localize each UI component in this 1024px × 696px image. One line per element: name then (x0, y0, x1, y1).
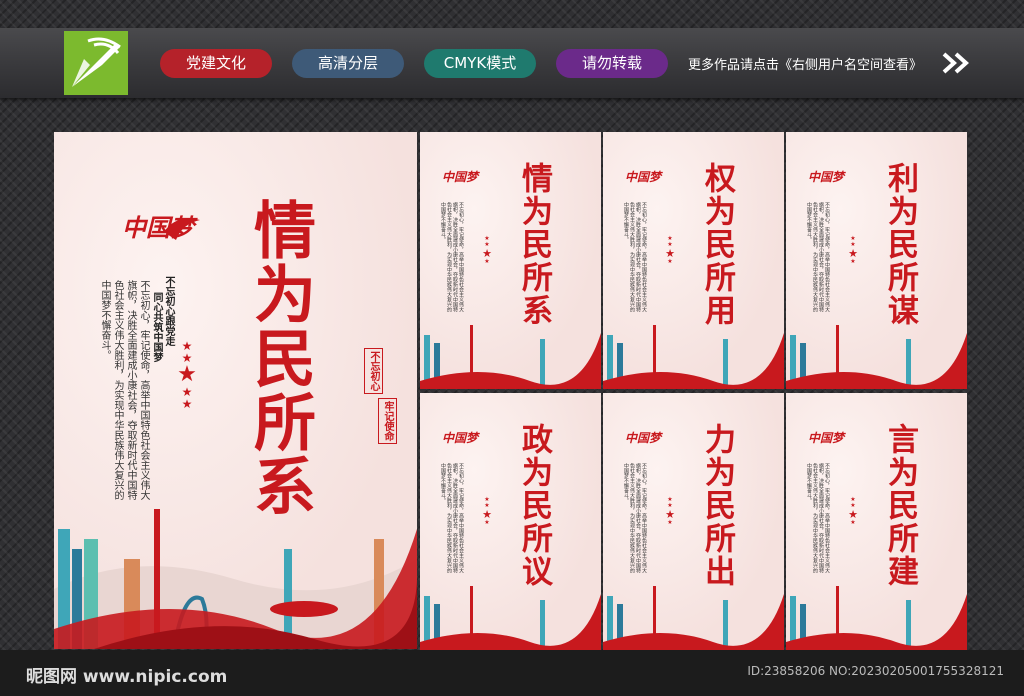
poster-4: 中国梦 不忘初心，牢记使命，高举中国特色社会主义伟大旗帜，决胜全面建成小康社会，… (420, 393, 601, 650)
star-decoration: ★ ★ ★ ★ (482, 496, 492, 526)
city-skyline-illustration (603, 325, 784, 389)
city-skyline-illustration (786, 325, 967, 389)
china-dream-logo: 中国梦 (442, 170, 479, 184)
china-dream-logo: 中国梦 (442, 431, 479, 445)
poster-3: 中国梦 不忘初心，牢记使命，高举中国特色社会主义伟大旗帜，决胜全面建成小康社会，… (786, 132, 967, 389)
brand-logo (64, 31, 128, 95)
poster-6: 中国梦 不忘初心，牢记使命，高举中国特色社会主义伟大旗帜，决胜全面建成小康社会，… (786, 393, 967, 650)
calligraphy-brush-icon (164, 218, 200, 240)
tag-hd-layers[interactable]: 高清分层 (292, 49, 404, 78)
china-dream-logo: 中国梦 (808, 170, 845, 184)
poster-title: 言为民所建 (882, 423, 918, 588)
star-decoration: ★ ★ ★ ★ (848, 496, 858, 526)
more-works-note[interactable]: 更多作品请点击《右侧用户名空间查看》 (688, 54, 922, 73)
poster-2: 中国梦 不忘初心，牢记使命，高举中国特色社会主义伟大旗帜，决胜全面建成小康社会，… (603, 132, 784, 389)
china-dream-logo: 中国梦 (625, 431, 662, 445)
poster-body-text: 不忘初心，牢记使命，高举中国特色社会主义伟大旗帜，决胜全面建成小康社会，夺取新时… (806, 202, 830, 312)
pen-nib-icon (72, 37, 121, 87)
city-skyline-illustration (786, 586, 967, 650)
main-poster-title: 情为民所系 (243, 198, 316, 518)
star-decoration: ★ ★ ★ ★ (848, 235, 858, 265)
seal-stamp-1: 不忘初心 (364, 348, 383, 394)
star-decoration: ★ ★ ★ ★ ★ (177, 339, 197, 411)
star-decoration: ★ ★ ★ ★ (665, 235, 675, 265)
star-decoration: ★ ★ ★ ★ (665, 496, 675, 526)
china-dream-logo: 中国梦 (625, 170, 662, 184)
china-dream-logo: 中国梦 (808, 431, 845, 445)
city-skyline-illustration (54, 509, 417, 649)
star-decoration: ★ ★ ★ ★ (482, 235, 492, 265)
city-skyline-illustration (420, 586, 601, 650)
poster-body-text: 不忘初心，牢记使命，高举中国特色社会主义伟大旗帜，决胜全面建成小康社会，夺取新时… (623, 463, 647, 573)
poster-title: 权为民所用 (699, 162, 735, 327)
city-skyline-illustration (420, 325, 601, 389)
poster-title: 力为民所出 (699, 423, 735, 588)
tag-cmyk[interactable]: CMYK模式 (424, 49, 536, 78)
poster-5: 中国梦 不忘初心，牢记使命，高举中国特色社会主义伟大旗帜，决胜全面建成小康社会，… (603, 393, 784, 650)
poster-title: 政为民所议 (516, 423, 552, 588)
poster-body-text: 不忘初心，牢记使命，高举中国特色社会主义伟大旗帜，决胜全面建成小康社会，夺取新时… (806, 463, 830, 573)
poster-title: 利为民所谋 (882, 162, 918, 327)
tag-party-culture[interactable]: 党建文化 (160, 49, 272, 78)
poster-body-text: 不忘初心，牢记使命，高举中国特色社会主义伟大旗帜，决胜全面建成小康社会，夺取新时… (440, 463, 464, 573)
slogan-right: 同心共筑中国梦 (151, 292, 162, 362)
poster-body-text: 不忘初心，牢记使命，高举中国特色社会主义伟大旗帜，决胜全面建成小康社会，夺取新时… (440, 202, 464, 312)
poster-title: 情为民所系 (516, 162, 552, 327)
image-id-text: ID:23858206 NO:20230205001755328121 (747, 664, 1004, 678)
poster-body-text: 不忘初心，牢记使命，高举中国特色社会主义伟大旗帜，决胜全面建成小康社会，夺取新时… (623, 202, 647, 312)
site-watermark[interactable]: 昵图网 www.nipic.com (26, 662, 227, 687)
seal-stamp-2: 牢记使命 (378, 398, 397, 444)
footer-watermark-bar: 昵图网 www.nipic.com ID:23858206 NO:2023020… (0, 650, 1024, 696)
tag-no-repost[interactable]: 请勿转载 (556, 49, 668, 78)
double-chevron-right-icon[interactable] (942, 52, 970, 74)
main-body-text: 不忘初心，牢记使命，高举中国特色社会主义伟大旗帜，决胜全面建成小康社会，夺取新时… (99, 280, 149, 500)
city-skyline-illustration (603, 586, 784, 650)
poster-1: 中国梦 不忘初心，牢记使命，高举中国特色社会主义伟大旗帜，决胜全面建成小康社会，… (420, 132, 601, 389)
main-poster: 中国梦 不忘初心，牢记使命，高举中国特色社会主义伟大旗帜，决胜全面建成小康社会，… (54, 132, 417, 649)
